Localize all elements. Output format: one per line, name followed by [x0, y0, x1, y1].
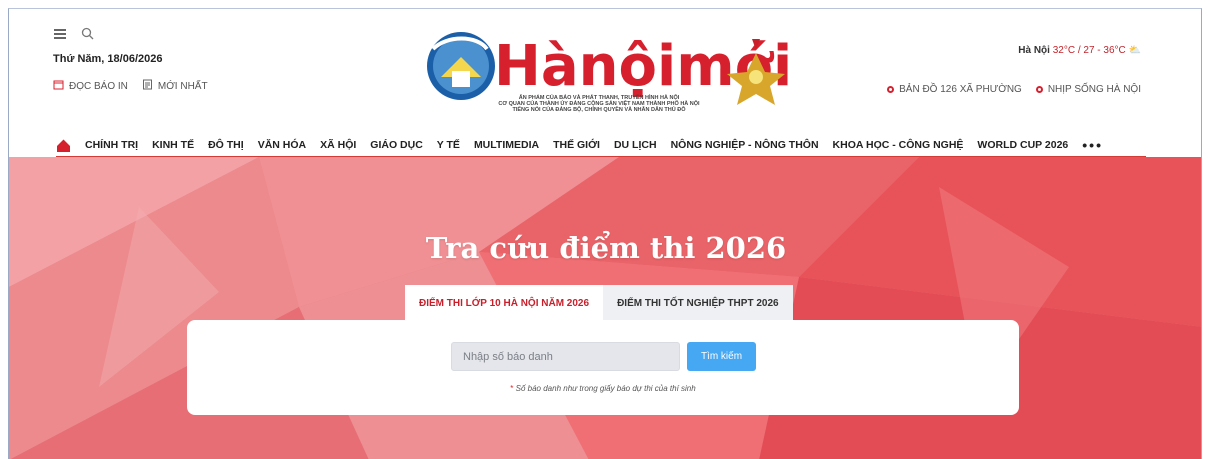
nav-khoa-hoc[interactable]: KHOA HỌC - CÔNG NGHỆ: [833, 139, 964, 151]
nav-chinh-tri[interactable]: CHÍNH TRỊ: [85, 139, 138, 151]
search-button[interactable]: Tìm kiếm: [687, 342, 756, 371]
candidate-number-note: * Số báo danh như trong giấy báo dự thi …: [510, 384, 696, 393]
nav-kinh-te[interactable]: KINH TẾ: [152, 139, 194, 151]
document-icon: [142, 79, 153, 93]
current-date: Thứ Năm, 18/06/2026: [53, 53, 163, 65]
search-icon[interactable]: [81, 27, 94, 45]
tab-grade-10-scores[interactable]: ĐIỂM THI LỚP 10 HÀ NỘI NĂM 2026: [405, 285, 604, 321]
moi-nhat-link[interactable]: MỚI NHẤT: [142, 79, 208, 93]
nav-van-hoa[interactable]: VĂN HÓA: [258, 139, 306, 151]
hero-title: Tra cứu điểm thi 2026: [425, 231, 787, 265]
life-hanoi-link[interactable]: NHỊP SỐNG HÀ NỘI: [1035, 84, 1141, 95]
nav-the-gioi[interactable]: THẾ GIỚI: [553, 139, 600, 151]
doc-bao-in-link[interactable]: ĐỌC BÁO IN: [53, 79, 128, 93]
nav-do-thi[interactable]: ĐÔ THỊ: [208, 139, 244, 151]
calendar-icon: [53, 79, 64, 93]
top-left-header: Thứ Năm, 18/06/2026 ĐỌC BÁO IN MỚI NHẤT: [53, 27, 208, 93]
nav-multimedia[interactable]: MULTIMEDIA: [474, 139, 539, 151]
map-126-wards-link[interactable]: BẢN ĐỒ 126 XÃ PHƯỜNG: [887, 84, 1022, 95]
nav-xa-hoi[interactable]: XÃ HỘI: [320, 139, 356, 151]
more-menu-icon[interactable]: •••: [1082, 138, 1103, 152]
moi-nhat-label: MỚI NHẤT: [157, 80, 208, 92]
menu-icon[interactable]: [53, 27, 67, 45]
score-lookup-hero: Tra cứu điểm thi 2026 ĐIỂM THI LỚP 10 HÀ…: [9, 157, 1201, 459]
doc-bao-in-label: ĐỌC BÁO IN: [69, 80, 128, 92]
tab-high-school-scores[interactable]: ĐIỂM THI TỐT NGHIỆP THPT 2026: [603, 285, 793, 321]
sun-cloud-icon: ⛅: [1128, 45, 1141, 56]
weather-widget: Hà Nội 32°C / 27 - 36°C ⛅: [1018, 45, 1141, 56]
nav-y-te[interactable]: Y TẾ: [437, 139, 460, 151]
nav-giao-duc[interactable]: GIÁO DỤC: [370, 139, 423, 151]
score-search-panel: Nhập số báo danh Tìm kiếm * Số báo danh …: [187, 320, 1019, 415]
home-icon[interactable]: [56, 138, 71, 153]
browser-page: Thứ Năm, 18/06/2026 ĐỌC BÁO IN MỚI NHẤT …: [8, 8, 1202, 459]
candidate-number-input[interactable]: Nhập số báo danh: [451, 342, 680, 371]
nav-du-lich[interactable]: DU LỊCH: [614, 139, 657, 151]
main-navigation: CHÍNH TRỊ KINH TẾ ĐÔ THỊ VĂN HÓA XÃ HỘI …: [56, 134, 1146, 158]
weather-temperature: 32°C / 27 - 36°C: [1052, 45, 1126, 56]
weather-city: Hà Nội: [1018, 45, 1050, 56]
masthead-tagline: ẤN PHẨM CỦA BÁO VÀ PHÁT THANH, TRUYỀN HÌ…: [498, 95, 700, 113]
nav-world-cup[interactable]: WORLD CUP 2026: [977, 139, 1068, 151]
nav-nong-nghiep[interactable]: NÔNG NGHIỆP - NÔNG THÔN: [671, 139, 819, 151]
exam-tabs: ĐIỂM THI LỚP 10 HÀ NỘI NĂM 2026 ĐIỂM THI…: [405, 285, 793, 321]
